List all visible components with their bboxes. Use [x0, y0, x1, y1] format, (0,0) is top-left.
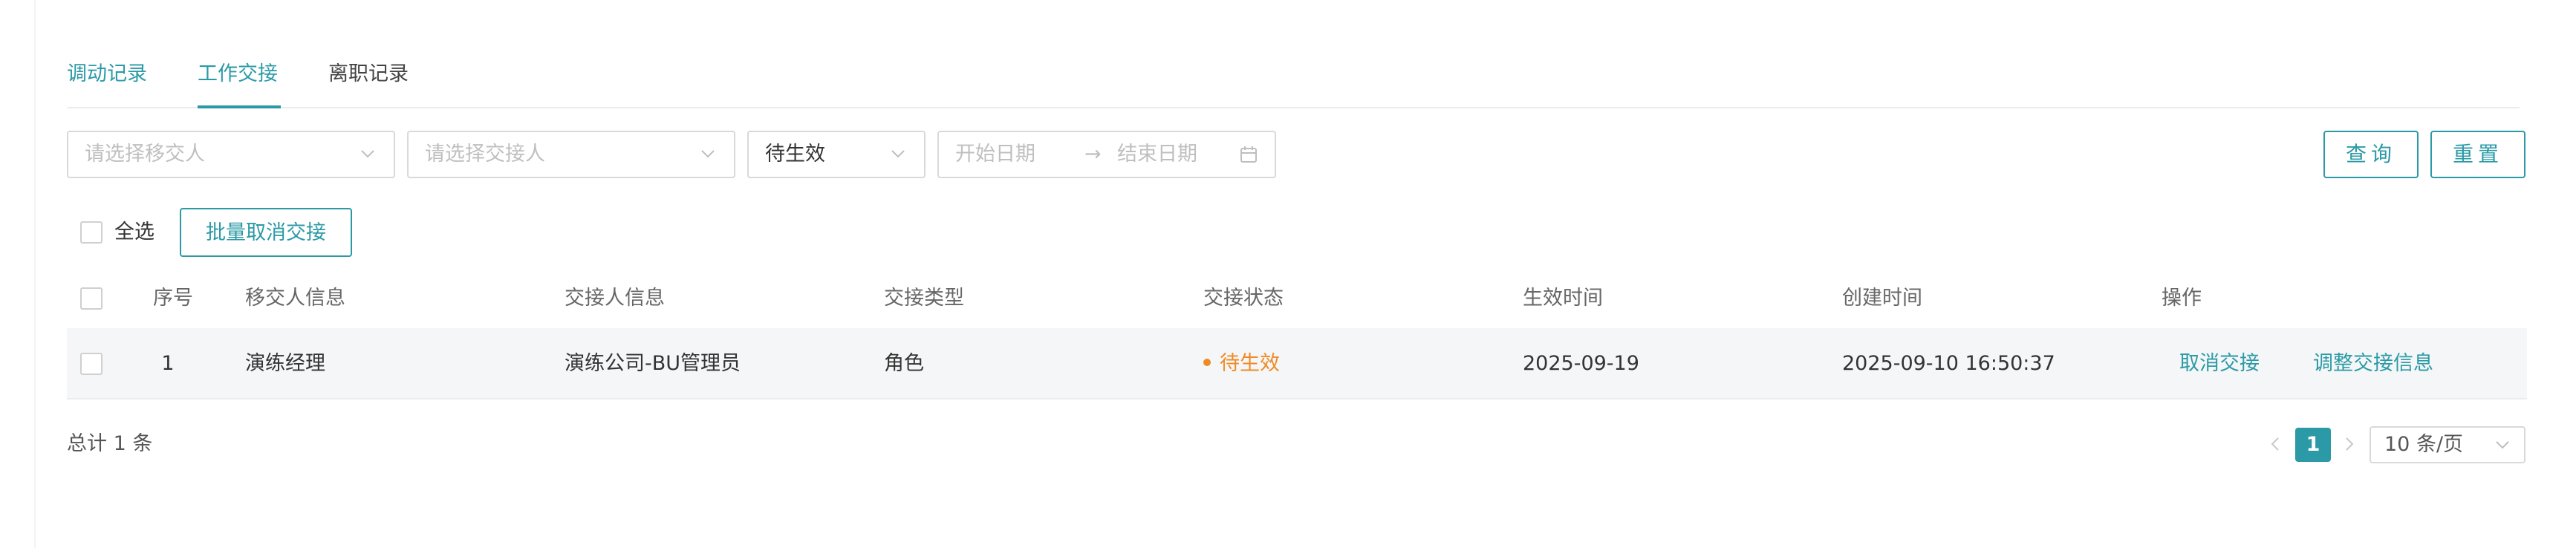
header-row-checkbox[interactable]: [80, 287, 103, 310]
calendar-icon: [1240, 146, 1257, 163]
column-header-seq: 序号: [153, 287, 193, 310]
transferor-select[interactable]: 请选择移交人: [67, 131, 395, 178]
row-created-time: 2025-09-10 16:50:37: [1842, 352, 2055, 375]
row-effective-time: 2025-09-19: [1523, 352, 1639, 375]
table-row: 1 演练经理 演练公司-BU管理员 角色 待生效 2025-09-19 2025…: [67, 328, 2527, 399]
chevron-down-icon: [891, 150, 905, 158]
adjust-handover-info-link[interactable]: 调整交接信息: [2313, 328, 2433, 399]
table-header: 序号 移交人信息 交接人信息 交接类型 交接状态 生效时间 创建时间 操作: [67, 275, 2527, 322]
page-size-select[interactable]: 10 条/页: [2370, 426, 2525, 463]
column-header-status: 交接状态: [1203, 287, 1284, 310]
status-select-value: 待生效: [765, 143, 825, 166]
active-tab-indicator: [198, 105, 281, 108]
row-type: 角色: [884, 352, 924, 375]
row-receiver: 演练公司-BU管理员: [565, 352, 741, 375]
transferor-placeholder: 请选择移交人: [85, 143, 205, 166]
chevron-right-icon[interactable]: [2338, 429, 2361, 459]
row-status-text: 待生效: [1220, 352, 1280, 375]
row-checkbox[interactable]: [80, 353, 103, 375]
page: 调动记录 工作交接 离职记录 请选择移交人 请选择交接人 待生效 开始日期 → …: [0, 0, 2576, 548]
total-count: 总计 1 条: [67, 432, 153, 455]
row-transferor: 演练经理: [245, 352, 325, 375]
chevron-left-icon[interactable]: [2264, 429, 2286, 459]
column-header-actions: 操作: [2162, 287, 2202, 310]
date-range-picker[interactable]: 开始日期 → 结束日期: [937, 131, 1276, 178]
receiver-select[interactable]: 请选择交接人: [407, 131, 735, 178]
select-all-checkbox[interactable]: [80, 221, 103, 244]
column-header-type: 交接类型: [884, 287, 964, 310]
query-button[interactable]: 查询: [2323, 131, 2419, 178]
left-divider: [34, 0, 36, 548]
record-tabs: 调动记录 工作交接 离职记录: [67, 50, 2520, 108]
tab-work-handover[interactable]: 工作交接: [198, 59, 278, 89]
page-size-value: 10 条/页: [2384, 433, 2464, 456]
receiver-placeholder: 请选择交接人: [425, 143, 545, 166]
pagination-current-page[interactable]: 1: [2295, 428, 2331, 462]
column-header-receiver: 交接人信息: [565, 287, 665, 310]
start-date-placeholder: 开始日期: [955, 143, 1035, 166]
range-arrow: →: [1084, 143, 1102, 166]
tab-resignation-records[interactable]: 离职记录: [328, 59, 409, 89]
row-seq: 1: [161, 352, 175, 375]
reset-button[interactable]: 重置: [2430, 131, 2525, 178]
column-header-transferor: 移交人信息: [245, 287, 345, 310]
status-select[interactable]: 待生效: [747, 131, 926, 178]
chevron-down-icon: [701, 150, 715, 158]
batch-cancel-handover-button[interactable]: 批量取消交接: [180, 208, 352, 257]
chevron-down-icon: [2496, 441, 2509, 449]
status-badge: 待生效: [1203, 328, 1280, 399]
chevron-down-icon: [361, 150, 374, 158]
cancel-handover-link[interactable]: 取消交接: [2179, 328, 2260, 399]
select-all-label: 全选: [114, 221, 155, 244]
end-date-placeholder: 结束日期: [1117, 143, 1197, 166]
status-dot: [1203, 358, 1211, 366]
tab-transfer-records[interactable]: 调动记录: [67, 59, 147, 89]
column-header-effective-time: 生效时间: [1523, 287, 1603, 310]
column-header-created-time: 创建时间: [1842, 287, 1922, 310]
